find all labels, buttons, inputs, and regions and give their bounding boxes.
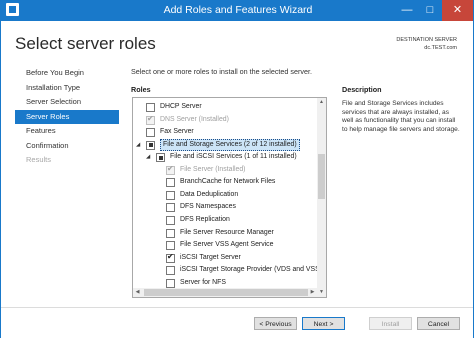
scroll-up-arrow-icon[interactable]: ▲ (317, 98, 326, 107)
tree-expander-icon[interactable]: ◢ (136, 139, 140, 152)
checkmark-icon: ✔ (147, 113, 154, 123)
role-label: BranchCache for Network Files (180, 178, 276, 186)
instruction-text: Select one or more roles to install on t… (131, 67, 312, 76)
scroll-down-arrow-icon[interactable]: ▼ (317, 288, 326, 297)
role-checkbox[interactable] (146, 140, 155, 150)
role-label: iSCSI Target Storage Provider (VDS and V… (180, 266, 320, 274)
title-bar[interactable]: Add Roles and Features Wizard — □ ✕ (1, 0, 474, 21)
previous-button[interactable]: < Previous (254, 317, 297, 330)
role-checkbox[interactable] (166, 278, 175, 288)
role-checkbox[interactable] (166, 228, 175, 238)
minimize-button[interactable]: — (396, 0, 418, 21)
role-row[interactable]: DHCP Server (146, 101, 202, 114)
vertical-scroll-thumb[interactable] (318, 154, 325, 199)
nav-item-results: Results (26, 155, 52, 164)
cancel-button[interactable]: Cancel (417, 317, 460, 330)
role-label: DHCP Server (160, 103, 202, 110)
role-row[interactable]: File Server VSS Agent Service (166, 239, 273, 252)
footer-divider (1, 307, 473, 308)
roles-heading: Roles (131, 85, 151, 94)
role-checkbox[interactable] (166, 203, 175, 213)
role-label: DFS Replication (180, 215, 230, 223)
role-label: File Server VSS Agent Service (180, 241, 274, 249)
next-button[interactable]: Next > (302, 317, 345, 330)
role-label: DFS Namespaces (180, 203, 236, 211)
role-row[interactable]: BranchCache for Network Files (166, 176, 275, 189)
tree-expander-icon[interactable]: ◢ (146, 151, 150, 164)
role-row[interactable]: File Server Resource Manager (166, 227, 274, 240)
nav-item-installation-type[interactable]: Installation Type (15, 81, 119, 96)
role-label: DNS Server (Installed) (160, 115, 229, 123)
role-row[interactable]: ◢ File and iSCSI Services (1 of 11 instal… (146, 151, 297, 164)
role-checkbox[interactable]: ✔ (166, 251, 175, 263)
role-row[interactable]: Fax Server (146, 126, 194, 139)
role-checkbox[interactable] (166, 215, 175, 225)
checkmark-icon: ✔ (167, 163, 174, 173)
role-checkbox[interactable] (166, 241, 175, 251)
role-label: Fax Server (160, 128, 194, 136)
checkmark-icon: ✔ (167, 251, 174, 261)
nav-item-confirmation[interactable]: Confirmation (15, 139, 119, 154)
roles-vertical-scrollbar[interactable]: ▲ ▼ (317, 98, 326, 297)
role-checkbox[interactable] (146, 128, 155, 138)
role-row[interactable]: ✔ DNS Server (Installed) (146, 114, 229, 127)
description-heading: Description (342, 85, 382, 94)
destination-server: dc.TEST.com (424, 45, 457, 51)
install-button[interactable]: Install (369, 317, 412, 330)
role-checkbox[interactable] (166, 266, 175, 276)
role-row[interactable]: iSCSI Target Storage Provider (VDS and V… (166, 264, 320, 277)
role-checkbox[interactable] (166, 178, 175, 188)
role-row[interactable]: DFS Namespaces (166, 201, 236, 214)
horizontal-scroll-thumb[interactable] (144, 289, 308, 296)
nav-item-server-selection[interactable]: Server Selection (15, 95, 119, 110)
role-label: File and Storage Services (2 of 12 insta… (160, 139, 300, 152)
role-label: Data Deduplication (180, 190, 239, 198)
role-checkbox[interactable] (166, 190, 175, 200)
role-row[interactable]: ✔ iSCSI Target Server (166, 252, 241, 265)
role-label: File Server Resource Manager (180, 228, 274, 236)
role-row[interactable]: DFS Replication (166, 214, 230, 227)
wizard-window: Add Roles and Features Wizard — □ ✕ Sele… (0, 0, 474, 338)
role-row[interactable]: Data Deduplication (166, 189, 238, 202)
role-checkbox[interactable] (146, 103, 155, 112)
wizard-steps-nav: Before You Begin Installation Type Server … (15, 66, 119, 168)
maximize-button[interactable]: □ (419, 0, 441, 21)
nav-item-server-roles[interactable]: Server Roles (15, 109, 119, 124)
page-title: Select server roles (15, 34, 156, 53)
role-label: File and iSCSI Services (1 of 11 install… (170, 153, 297, 161)
roles-tree[interactable]: DHCP Server ✔ DNS Server (Installed) Fax Se… (132, 97, 327, 298)
role-row[interactable]: ◢ File and Storage Services (2 of 12 inst… (136, 139, 300, 152)
scroll-right-arrow-icon[interactable]: ▶ (308, 288, 317, 297)
role-checkbox: ✔ (166, 163, 175, 175)
role-label: iSCSI Target Server (180, 253, 241, 261)
scroll-left-arrow-icon[interactable]: ◀ (133, 288, 142, 297)
nav-item-features[interactable]: Features (15, 124, 119, 139)
role-checkbox: ✔ (146, 113, 155, 125)
close-button[interactable]: ✕ (442, 0, 473, 21)
destination-label: DESTINATION SERVER (396, 37, 457, 43)
role-checkbox[interactable] (156, 153, 165, 163)
roles-horizontal-scrollbar[interactable]: ◀ ▶ (133, 288, 317, 297)
role-row[interactable]: ✔ File Server (Installed) (166, 164, 245, 177)
role-label: File Server (Installed) (180, 165, 246, 173)
nav-item-before-you-begin[interactable]: Before You Begin (15, 66, 119, 81)
destination-server-info: DESTINATION SERVER dc.TEST.com (396, 36, 457, 52)
description-text: File and Storage Services includes servi… (342, 100, 460, 133)
